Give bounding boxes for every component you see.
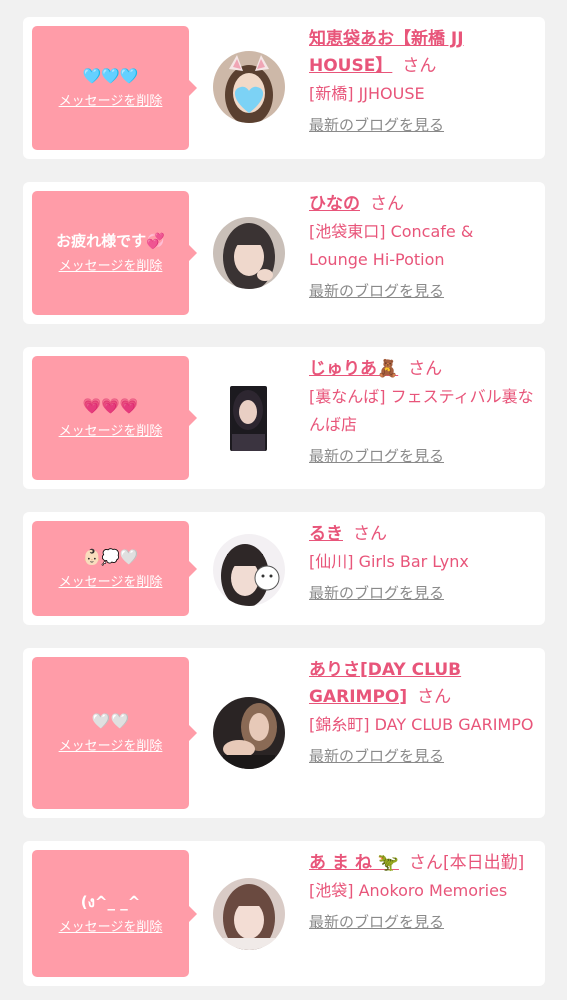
cast-info: ありさ[DAY CLUB GARIMPO] さん [錦糸町] DAY CLUB G… [309,657,537,767]
cast-info: じゅりあ🧸 さん [裏なんば] フェスティバル裏なんば店 最新のブログを見る [309,356,537,467]
message-bubble: 👶🏻💭🤍 メッセージを削除 [32,521,197,616]
message-text: 🩵🩵🩵 [82,67,139,85]
cast-info: るき さん [仙川] Girls Bar Lynx 最新のブログを見る [309,521,537,604]
cast-info: 知恵袋あお【新橋 JJ HOUSE】 さん [新橋] JJHOUSE 最新のブログ… [309,26,537,136]
shop-name: [錦糸町] DAY CLUB GARIMPO [309,715,534,734]
honorific: さん [417,687,452,707]
cast-info: ひなの さん [池袋東口] Concafe & Lounge Hi-Potion … [309,191,537,302]
latest-blog-link[interactable]: 最新のブログを見る [309,445,444,467]
message-bubble: (ง^_ _^ メッセージを削除 [32,850,197,977]
message-card: 🤍🤍 メッセージを削除 ありさ[DAY CLUB GARIMPO] さん [錦糸町… [23,648,545,818]
message-text: 👶🏻💭🤍 [82,547,139,566]
latest-blog-link[interactable]: 最新のブログを見る [309,582,444,604]
message-card: (ง^_ _^ メッセージを削除 あ ま ね 🦖 さん[本日出勤] [池袋] An… [23,841,545,986]
message-bubble: 💗💗💗 メッセージを削除 [32,356,197,480]
avatar[interactable] [213,51,285,123]
message-card: 🩵🩵🩵 メッセージを削除 知恵袋あお【新橋 JJ HOUSE】 さん [新橋] J… [23,17,545,159]
shop-name: [池袋東口] Concafe & Lounge Hi-Potion [309,222,474,269]
message-card: 💗💗💗 メッセージを削除 じゅりあ🧸 さん [裏なんば] フェスティバル裏なんば店… [23,347,545,489]
avatar[interactable] [213,217,285,289]
status-note: [本日出勤] [442,853,525,873]
honorific: さん [353,524,387,544]
cast-info: あ ま ね 🦖 さん[本日出勤] [池袋] Anokoro Memories 最新… [309,850,537,933]
message-text: (ง^_ _^ [80,892,141,911]
shop-name: [裏なんば] フェスティバル裏なんば店 [309,387,534,434]
message-text: 💗💗💗 [82,397,139,415]
latest-blog-link[interactable]: 最新のブログを見る [309,114,444,136]
message-bubble: 🤍🤍 メッセージを削除 [32,657,197,809]
delete-message-link[interactable]: メッセージを削除 [59,739,163,755]
delete-message-link[interactable]: メッセージを削除 [59,920,163,936]
delete-message-link[interactable]: メッセージを削除 [59,259,163,275]
honorific: さん [408,853,443,873]
honorific: さん [408,359,443,379]
message-text: お疲れ様です💞 [56,232,165,250]
latest-blog-link[interactable]: 最新のブログを見る [309,280,444,302]
avatar[interactable] [213,697,285,769]
cast-name-link[interactable]: じゅりあ🧸 [309,359,398,379]
delete-message-link[interactable]: メッセージを削除 [59,94,163,110]
delete-message-link[interactable]: メッセージを削除 [59,424,163,440]
message-bubble: お疲れ様です💞 メッセージを削除 [32,191,197,315]
cast-name-link[interactable]: るき [309,524,343,544]
message-card: 👶🏻💭🤍 メッセージを削除 るき さん [仙川] Girls Bar Lynx 最… [23,512,545,625]
avatar[interactable] [213,534,285,606]
message-text: 🤍🤍 [91,712,130,730]
shop-name: [池袋] Anokoro Memories [309,881,508,900]
shop-name: [仙川] Girls Bar Lynx [309,552,469,571]
honorific: さん [402,56,437,76]
avatar[interactable] [213,878,285,950]
cast-name-link[interactable]: ひなの [309,194,360,214]
avatar[interactable] [230,386,267,451]
shop-name: [新橋] JJHOUSE [309,84,425,103]
cast-name-link[interactable]: あ ま ね 🦖 [309,853,399,873]
honorific: さん [370,194,404,214]
latest-blog-link[interactable]: 最新のブログを見る [309,745,444,767]
message-card: お疲れ様です💞 メッセージを削除 ひなの さん [池袋東口] Concafe & … [23,182,545,324]
message-bubble: 🩵🩵🩵 メッセージを削除 [32,26,197,150]
delete-message-link[interactable]: メッセージを削除 [59,575,163,591]
cast-name-link[interactable]: 知恵袋あお【新橋 JJ HOUSE】 [309,29,464,76]
latest-blog-link[interactable]: 最新のブログを見る [309,911,444,933]
